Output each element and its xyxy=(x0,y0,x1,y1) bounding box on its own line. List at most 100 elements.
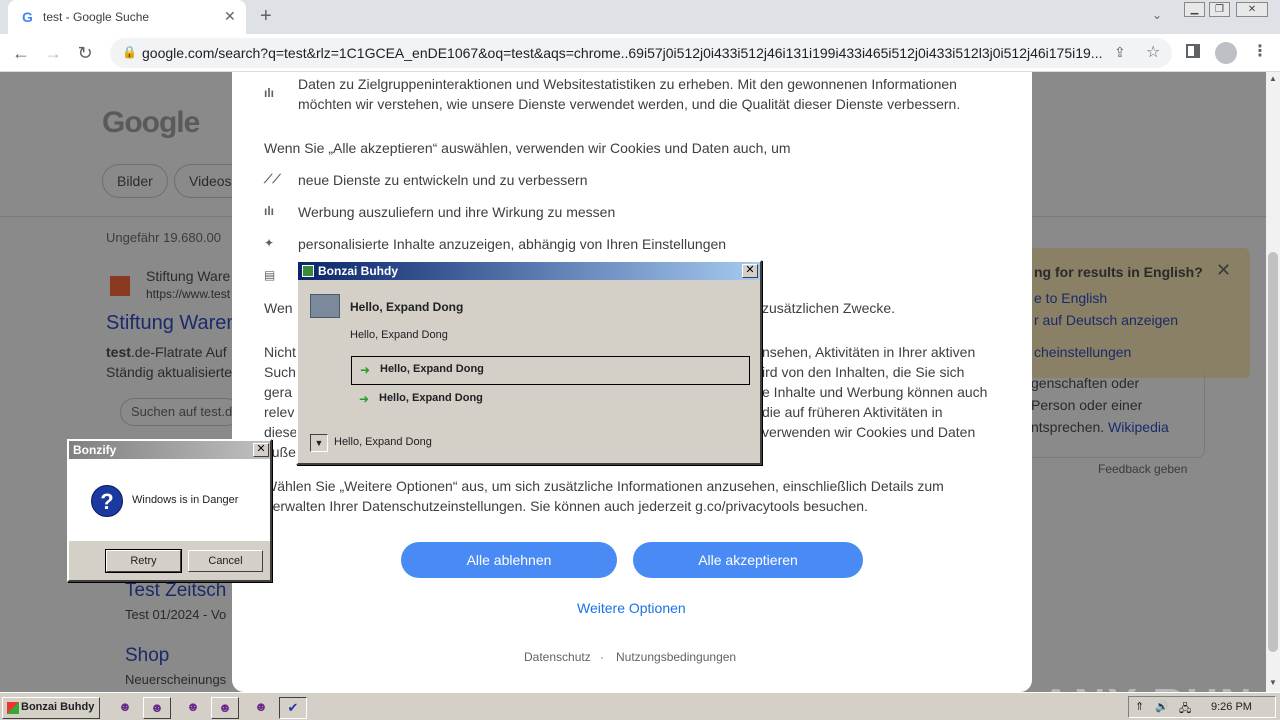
result-site-name[interactable]: Stiftung Ware xyxy=(146,268,230,284)
para-fragment: ird von den Inhalten, die Sie sich xyxy=(762,364,965,380)
reload-icon[interactable]: ↻ xyxy=(74,42,96,64)
result-count: Ungefähr 19.680.00 xyxy=(106,230,221,245)
tray-expand-icon[interactable]: ⇑ xyxy=(1135,700,1144,713)
share-icon[interactable]: ⇪ xyxy=(1114,44,1126,61)
forward-arrow-icon[interactable]: → xyxy=(42,42,64,64)
consent-wenn-prefix: Wen xyxy=(264,300,293,316)
terms-link[interactable]: Nutzungsbedingungen xyxy=(616,650,736,664)
question-icon: ? xyxy=(91,485,123,517)
tab-search-chevron-icon[interactable]: ⌄ xyxy=(1152,8,1162,22)
dialog-title: Bonzai Buhdy xyxy=(318,264,398,278)
command-link-option-1[interactable]: ➜ Hello, Expand Dong xyxy=(351,356,750,385)
para-fragment: nsehen, Aktivitäten in Ihrer aktiven xyxy=(762,344,976,360)
para-fragment: die auf früheren Aktivitäten in xyxy=(762,404,943,420)
start-button[interactable]: Bonzai Buhdy xyxy=(2,697,100,719)
bar-chart-icon: ılı xyxy=(264,204,275,218)
result-snippet: Neuerscheinungs xyxy=(125,672,227,687)
para-fragment: Nicht xyxy=(264,344,296,360)
system-tray: ⇑ 🔊 🖧 9:26 PM xyxy=(1128,696,1276,718)
minimize-icon[interactable]: ▁ xyxy=(1184,2,1205,17)
site-search-input[interactable]: Suchen auf test.d xyxy=(120,398,240,426)
dialog-close-icon[interactable]: ✕ xyxy=(742,264,758,278)
back-arrow-icon[interactable]: ← xyxy=(10,42,32,64)
retry-button[interactable]: Retry xyxy=(105,549,182,573)
option-label: Hello, Expand Dong xyxy=(379,392,483,404)
more-options-link[interactable]: Weitere Optionen xyxy=(577,600,686,616)
app-taskbar-icon[interactable]: ✔ xyxy=(279,697,307,719)
tab-google-search[interactable]: G test - Google Suche ✕ xyxy=(8,0,246,34)
chip-bilder[interactable]: Bilder xyxy=(102,164,168,198)
consent-item-3: personalisierte Inhalte anzuzeigen, abhä… xyxy=(298,236,727,252)
bonzi-taskbar-icon[interactable]: ☻ xyxy=(143,697,171,719)
reject-all-button[interactable]: Alle ablehnen xyxy=(401,542,617,578)
snippet-text: .de-Flatrate Auf xyxy=(130,344,227,360)
feedback-link[interactable]: Feedback geben xyxy=(1098,462,1187,476)
lock-icon[interactable]: 🔒 xyxy=(122,45,137,59)
para-fragment: Such xyxy=(264,364,296,380)
wikipedia-link[interactable]: Wikipedia xyxy=(1108,419,1169,435)
bonzi-taskbar-icon[interactable]: ☻ xyxy=(247,697,275,719)
consent-item-2: Werbung auszuliefern und ihre Wirkung zu… xyxy=(298,204,616,220)
tab-close-icon[interactable]: ✕ xyxy=(224,8,236,25)
language-settings-link[interactable]: cheinstellungen xyxy=(1034,344,1131,360)
dialog-close-icon[interactable]: ✕ xyxy=(253,443,269,457)
para-fragment: e Inhalte und Werbung können auch xyxy=(762,384,988,400)
scroll-up-icon[interactable]: ▲ xyxy=(1269,74,1277,83)
expand-details-toggle[interactable]: ▼ xyxy=(310,434,328,452)
bonzi-taskbar-icon[interactable]: ☻ xyxy=(179,697,207,719)
side-panel-icon[interactable] xyxy=(1186,44,1200,58)
restore-icon[interactable]: ❐ xyxy=(1209,2,1230,17)
change-to-english-link[interactable]: e to English xyxy=(1034,290,1107,306)
address-bar[interactable]: 🔒 google.com/search?q=test&rlz=1C1GCEA_e… xyxy=(110,38,1172,68)
panel-title: ng for results in English? xyxy=(1034,264,1203,280)
snippet-line2: Ständig aktualisierte xyxy=(106,364,233,380)
result-url[interactable]: https://www.test xyxy=(146,287,230,301)
url-text[interactable]: google.com/search?q=test&rlz=1C1GCEA_enD… xyxy=(142,45,1112,61)
bonzai-buhdy-dialog: Bonzai Buhdy ✕ Hello, Expand Dong Hello,… xyxy=(296,260,762,465)
bonzi-taskbar-icon[interactable]: ☻ xyxy=(111,697,139,719)
bonzi-taskbar-icon[interactable]: ☻ xyxy=(211,697,239,719)
start-label: Bonzai Buhdy xyxy=(21,701,95,713)
result-title-link[interactable]: Stiftung Waren xyxy=(106,312,238,335)
window-close-icon[interactable]: ✕ xyxy=(1236,2,1268,17)
taskbar: Bonzai Buhdy ☻ ☻ ☻ ☻ ☻ ✔ ⇑ 🔊 🖧 9:26 PM xyxy=(0,692,1280,720)
scroll-down-icon[interactable]: ▼ xyxy=(1269,678,1277,687)
english-results-panel: ng for results in English? ✕ e to Englis… xyxy=(1010,248,1250,378)
dialog-subtext: Hello, Expand Dong xyxy=(350,329,448,341)
green-arrow-icon: ➜ xyxy=(360,363,371,377)
menu-kebab-icon[interactable]: ⋮ xyxy=(1252,41,1268,61)
consent-more-info: Wählen Sie „Weitere Optionen“ aus, um si… xyxy=(264,478,944,514)
snippet-bold: test xyxy=(106,344,131,360)
page-scrollbar[interactable]: ▲ ▼ xyxy=(1266,72,1280,692)
dialog-titlebar[interactable]: Bonzai Buhdy ✕ xyxy=(298,262,760,280)
para-fragment: relev xyxy=(264,404,295,420)
keep-german-link[interactable]: r auf Deutsch anzeigen xyxy=(1034,312,1178,328)
volume-icon[interactable]: 🔊 xyxy=(1155,700,1169,713)
bonzify-dialog: Bonzify ✕ ? Windows is in Danger Retry C… xyxy=(67,439,272,582)
google-logo[interactable]: Google xyxy=(102,106,200,140)
result-title-link[interactable]: Shop xyxy=(125,645,169,667)
dialog-heading: Hello, Expand Dong xyxy=(350,300,464,314)
accept-all-button[interactable]: Alle akzeptieren xyxy=(633,542,863,578)
google-favicon-icon: G xyxy=(22,9,33,25)
profile-avatar-icon[interactable] xyxy=(1215,42,1237,64)
new-tab-icon[interactable]: + xyxy=(260,5,272,28)
cancel-button[interactable]: Cancel xyxy=(188,550,263,572)
clock[interactable]: 9:26 PM xyxy=(1211,701,1252,713)
green-arrow-icon: ➜ xyxy=(359,392,370,406)
consent-para-right: nsehen, Aktivitäten in Ihrer aktiven ird… xyxy=(762,342,987,442)
windows-logo-icon xyxy=(7,702,19,714)
privacy-link[interactable]: Datenschutz xyxy=(524,650,591,664)
dialog-titlebar[interactable]: Bonzify ✕ xyxy=(69,441,270,459)
para-fragment: gera xyxy=(264,384,293,400)
network-icon[interactable]: 🖧 xyxy=(1179,700,1191,719)
browser-toolbar: ← → ↻ 🔒 google.com/search?q=test&rlz=1C1… xyxy=(0,34,1280,72)
result-snippet: Test 01/2024 - Vo xyxy=(125,607,227,622)
bookmark-star-icon[interactable]: ☆ xyxy=(1146,42,1160,62)
command-link-option-2[interactable]: ➜ Hello, Expand Dong xyxy=(351,386,750,415)
trending-icon: ⟋⟋ xyxy=(264,172,281,186)
panel-close-icon[interactable]: ✕ xyxy=(1216,260,1231,281)
scroll-thumb[interactable] xyxy=(1268,252,1278,652)
result-title-link[interactable]: Test Zeitsch xyxy=(125,580,226,602)
knowledge-line: genschaften oder xyxy=(1031,375,1140,391)
